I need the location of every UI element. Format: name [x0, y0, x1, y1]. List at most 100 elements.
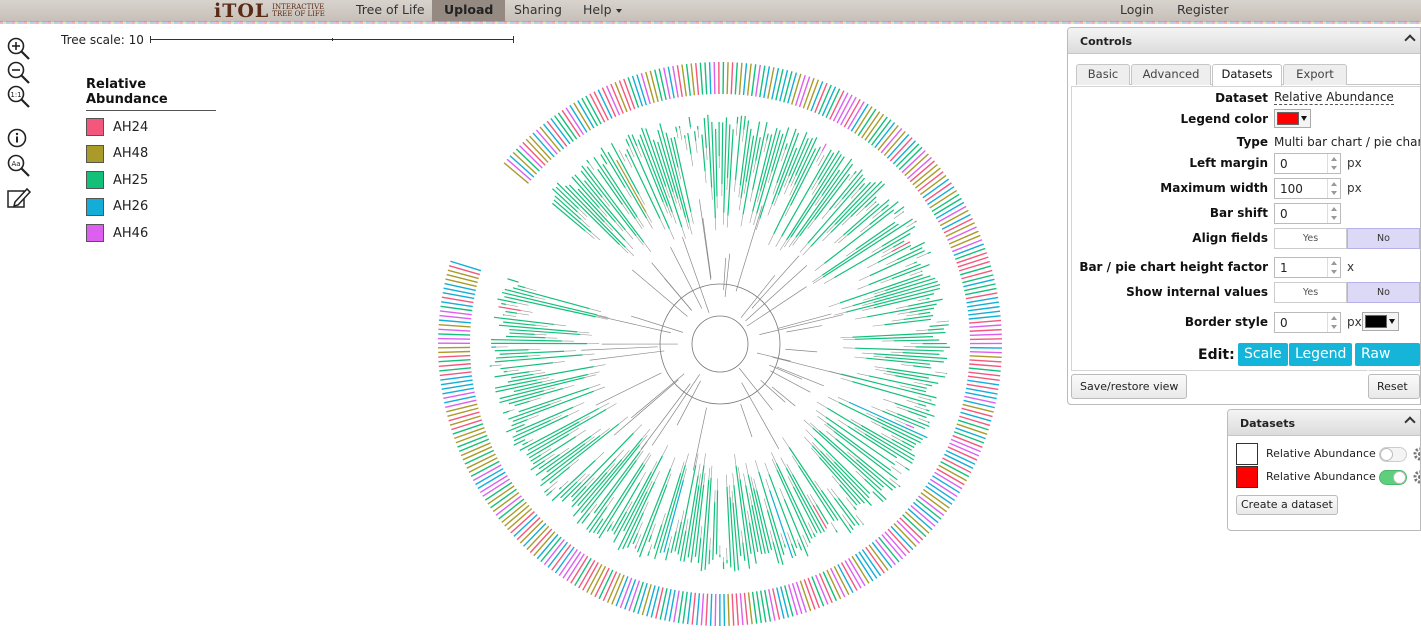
tree-branch	[577, 331, 590, 334]
tree-branch	[654, 471, 660, 483]
spinner-arrows-icon[interactable]	[1327, 204, 1340, 223]
datasets-header[interactable]: Datasets	[1228, 410, 1420, 436]
align-fields-yes[interactable]: Yes	[1274, 228, 1347, 249]
dataset-color-swatch[interactable]	[1236, 466, 1258, 488]
tree-branch	[834, 311, 846, 316]
height-factor-value: 1	[1280, 261, 1288, 275]
nav-login[interactable]: Login	[1108, 0, 1166, 22]
nav-sharing[interactable]: Sharing	[502, 0, 574, 22]
spinner-arrows-icon[interactable]	[1327, 154, 1340, 173]
tree-branch	[771, 386, 796, 407]
abundance-bar	[895, 375, 939, 384]
legend-item[interactable]: AH46	[86, 220, 216, 247]
tab-datasets[interactable]: Datasets	[1212, 64, 1282, 86]
show-internal-yes[interactable]: Yes	[1274, 282, 1347, 303]
tab-advanced[interactable]: Advanced	[1131, 64, 1211, 85]
outer-ring-bar	[912, 501, 939, 524]
outer-ring-bar	[438, 324, 471, 328]
abundance-bar	[552, 202, 586, 232]
outer-ring-bar	[539, 126, 561, 153]
legend-color-picker[interactable]	[1274, 109, 1311, 128]
edit-legend-button[interactable]: Legend	[1289, 343, 1353, 366]
save-restore-button[interactable]: Save/restore view	[1071, 374, 1188, 399]
gear-icon[interactable]	[1411, 445, 1421, 463]
tree-branch	[590, 428, 601, 437]
legend[interactable]: Relative Abundance AH24 AH48 AH25 AH26 AH46	[86, 77, 216, 247]
spinner-arrows-icon[interactable]	[1327, 313, 1340, 332]
spinner-arrows-icon[interactable]	[1327, 258, 1340, 277]
zoom-out-icon[interactable]	[6, 60, 32, 86]
nav-upload[interactable]: Upload	[432, 0, 506, 22]
edit-raw-data-button[interactable]: Raw data	[1355, 343, 1420, 385]
height-factor-input[interactable]: 1	[1274, 257, 1341, 278]
tree-branch	[535, 324, 548, 327]
controls-header[interactable]: Controls	[1068, 28, 1420, 54]
dataset-visibility-toggle[interactable]	[1379, 447, 1407, 462]
tree-branch	[859, 224, 870, 233]
tab-basic[interactable]: Basic	[1076, 64, 1130, 85]
abundance-bar	[511, 373, 534, 379]
zoom-reset-icon[interactable]: 1:1	[6, 84, 32, 110]
abundance-bar	[546, 443, 586, 473]
outer-ring-bar	[969, 328, 1002, 332]
svg-text:1:1: 1:1	[10, 91, 21, 99]
spinner-arrows-icon[interactable]	[1327, 179, 1340, 198]
tree-branch	[670, 246, 703, 309]
reset-all-button[interactable]: Reset all	[1368, 374, 1420, 404]
abundance-bar	[530, 460, 546, 471]
info-icon[interactable]	[6, 127, 32, 153]
outer-ring-bar	[532, 132, 555, 158]
legend-item[interactable]: AH26	[86, 194, 216, 221]
tree-branch	[525, 287, 537, 292]
tree-branch	[828, 302, 841, 308]
circular-tree[interactable]	[420, 52, 1010, 640]
tree-branch	[534, 334, 547, 336]
bar-shift-value: 0	[1280, 207, 1288, 221]
gear-icon[interactable]	[1411, 468, 1421, 486]
tree-branch	[615, 449, 624, 459]
tree-branch	[740, 214, 744, 227]
dataset-color-swatch[interactable]	[1236, 443, 1258, 465]
nav-tree-of-life[interactable]: Tree of Life	[344, 0, 437, 22]
outer-ring-bar	[907, 508, 933, 531]
create-dataset-button[interactable]: Create a dataset	[1236, 495, 1338, 515]
font-zoom-icon[interactable]: Aa	[6, 153, 32, 179]
abundance-bar	[813, 437, 871, 494]
abundance-bar	[505, 310, 518, 314]
abundance-bar	[508, 403, 551, 420]
abundance-bar	[503, 321, 536, 326]
nav-help[interactable]: Help	[571, 0, 634, 22]
edit-icon[interactable]	[6, 185, 32, 211]
logo-subtitle: INTERACTIVE TREE OF LIFE	[272, 3, 325, 18]
nav-register[interactable]: Register	[1165, 0, 1240, 22]
tree-branch	[890, 351, 903, 353]
tree-branch	[753, 213, 758, 226]
bar-shift-input[interactable]: 0	[1274, 203, 1341, 224]
tree-branch	[821, 209, 830, 220]
outer-ring-bar	[561, 109, 581, 138]
legend-item[interactable]: AH24	[86, 114, 216, 141]
show-internal-no[interactable]: No	[1347, 282, 1420, 303]
outer-ring-bar	[438, 328, 471, 332]
max-width-input[interactable]: 100	[1274, 178, 1341, 199]
itol-logo[interactable]: iTOL INTERACTIVE TREE OF LIFE	[214, 0, 334, 22]
dataset-item: Relative Abundance	[1236, 466, 1421, 488]
tab-export[interactable]: Export	[1283, 64, 1347, 85]
tree-branch	[726, 177, 728, 190]
border-style-input[interactable]: 0	[1274, 312, 1341, 333]
chevron-up-icon[interactable]	[1404, 34, 1416, 46]
outer-ring-bar	[525, 138, 549, 163]
outer-ring-bar	[533, 531, 556, 557]
dataset-select[interactable]: Relative Abundance	[1274, 91, 1394, 105]
zoom-in-icon[interactable]	[6, 36, 32, 62]
edit-scale-button[interactable]: Scale	[1238, 343, 1288, 366]
legend-item[interactable]: AH48	[86, 141, 216, 168]
chevron-up-icon[interactable]	[1404, 416, 1416, 428]
border-color-picker[interactable]	[1362, 312, 1399, 331]
tree-branch	[775, 236, 782, 247]
tree-branch	[578, 415, 590, 423]
align-fields-no[interactable]: No	[1347, 228, 1420, 249]
legend-item[interactable]: AH25	[86, 167, 216, 194]
left-margin-input[interactable]: 0	[1274, 153, 1341, 174]
dataset-visibility-toggle[interactable]	[1379, 470, 1407, 485]
